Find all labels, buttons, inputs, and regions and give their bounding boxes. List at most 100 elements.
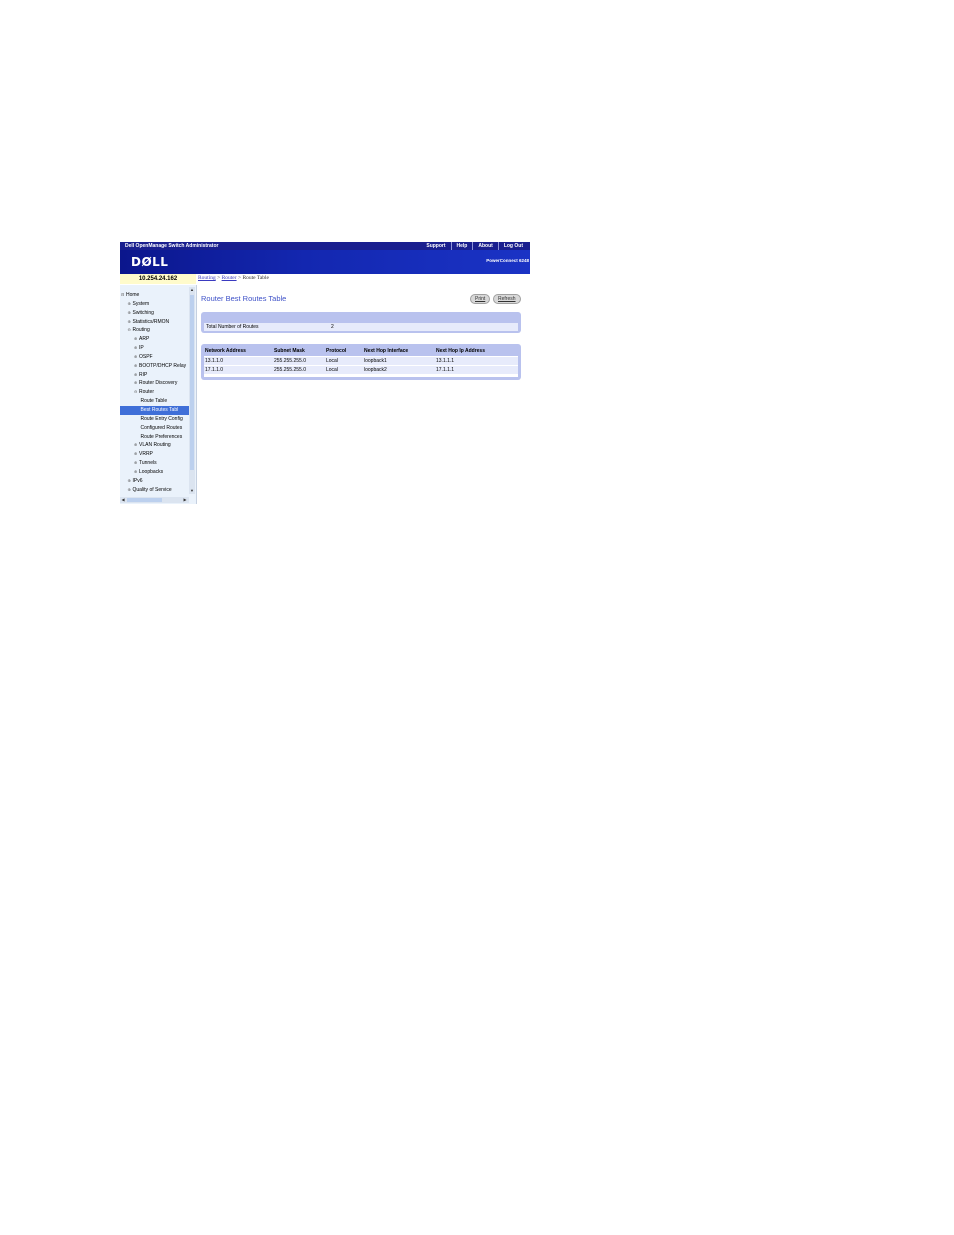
collapse-icon[interactable]: ⊟ [121, 291, 125, 300]
sidebar-item-rip[interactable]: ⊕ RIP [120, 371, 189, 380]
table-cell: Local [326, 358, 338, 364]
app-title: Dell OpenManage Switch Administrator [125, 243, 219, 249]
breadcrumb-router[interactable]: Router [222, 275, 237, 281]
expand-icon[interactable]: ⊕ [134, 450, 138, 459]
print-button[interactable]: Print [470, 294, 491, 304]
breadcrumb-separator: > [237, 275, 242, 281]
expand-icon[interactable]: ⊕ [128, 477, 132, 486]
sidebar-item-label: Loopbacks [139, 468, 164, 475]
expand-icon[interactable]: ⊕ [134, 353, 138, 362]
expand-icon[interactable]: ⊕ [134, 335, 138, 344]
sidebar-item-statistics-rmon[interactable]: ⊕ Statistics/RMON [120, 318, 189, 327]
sidebar-item-bootp-dhcp-relay[interactable]: ⊕ BOOTP/DHCP Relay [120, 362, 189, 371]
top-bar: Dell OpenManage Switch Administrator Sup… [120, 242, 530, 250]
sidebar-item-home[interactable]: ⊟ Home [120, 291, 189, 300]
expand-icon[interactable]: ⊕ [134, 344, 138, 353]
sidebar-item-route-table[interactable]: Route Table [120, 397, 189, 406]
table-cell: Local [326, 367, 338, 373]
breadcrumb-routing[interactable]: Routing [198, 275, 216, 281]
sidebar-item-label: Quality of Service [132, 486, 172, 493]
sidebar-item-label: Router [139, 389, 155, 396]
sidebar-item-configured-routes[interactable]: Configured Routes [120, 424, 189, 433]
scroll-left-icon[interactable]: ◀ [120, 497, 126, 503]
summary-label: Total Number of Routes [206, 324, 259, 330]
sidebar-item-loopbacks[interactable]: ⊕ Loopbacks [120, 468, 189, 477]
sidebar-item-switching[interactable]: ⊕ Switching [120, 309, 189, 318]
sidebar-item-route-entry-config[interactable]: Route Entry Config [120, 415, 189, 424]
column-header: Network Address [205, 348, 246, 354]
sidebar-item-routing[interactable]: ⊖ Routing [120, 326, 189, 335]
sidebar-item-router-discovery[interactable]: ⊕ Router Discovery [120, 379, 189, 388]
refresh-button[interactable]: Refresh [493, 294, 521, 304]
table-header: Network Address Subnet Mask Protocol Nex… [204, 347, 518, 355]
column-header: Next Hop Interface [364, 348, 409, 354]
about-link[interactable]: About [472, 242, 497, 250]
breadcrumb-separator: > [217, 275, 221, 281]
sidebar-item-label: Route Table [140, 398, 168, 405]
summary-value: 2 [331, 324, 334, 330]
expand-icon[interactable]: ⊕ [128, 309, 132, 318]
sidebar: ⊟ Home ⊕ System ⊕ Switching ⊕ Statistics/RMON ⊖ R… [120, 285, 197, 504]
expand-icon[interactable]: ⊕ [128, 300, 132, 309]
scroll-right-icon[interactable]: ▶ [182, 497, 188, 503]
table-cell: 13.1.1.1 [436, 358, 455, 364]
sidebar-item-label: System [132, 300, 150, 307]
screenshot-frame: Dell OpenManage Switch Administrator Sup… [120, 242, 530, 504]
help-link[interactable]: Help [450, 242, 473, 250]
horizontal-scrollbar[interactable]: ◀ ▶ [120, 497, 189, 503]
scroll-up-icon[interactable]: ▲ [189, 287, 195, 293]
sidebar-item-label: IPv6 [132, 477, 143, 484]
scroll-thumb[interactable] [190, 295, 194, 470]
table-row: 17.1.1.0 255.255.255.0 Local loopback2 1… [204, 366, 518, 374]
table-cell: 255.255.255.0 [274, 358, 306, 364]
sidebar-item-route-preferences[interactable]: Route Preferences [120, 433, 189, 442]
scroll-thumb-horizontal[interactable] [127, 498, 162, 502]
sidebar-item-label: Route Entry Config [140, 415, 183, 422]
collapse-icon[interactable]: ⊖ [128, 326, 132, 335]
expand-icon[interactable]: ⊕ [134, 379, 138, 388]
sidebar-item-arp[interactable]: ⊕ ARP [120, 335, 189, 344]
scroll-down-icon[interactable]: ▼ [189, 488, 195, 494]
sidebar-item-ip[interactable]: ⊕ IP [120, 344, 189, 353]
expand-icon[interactable]: ⊕ [134, 441, 138, 450]
logout-link[interactable]: Log Out [497, 242, 528, 250]
sidebar-item-label: OSPF [139, 353, 153, 360]
expand-icon[interactable]: ⊕ [134, 459, 138, 468]
sidebar-item-label: Configured Routes [140, 424, 183, 431]
sidebar-item-label: VLAN Routing [139, 442, 171, 449]
table-cell: 17.1.1.0 [205, 367, 224, 373]
page-title: Router Best Routes Table [201, 294, 287, 303]
sidebar-item-vrrp[interactable]: ⊕ VRRP [120, 450, 189, 459]
expand-icon[interactable]: ⊕ [134, 468, 138, 477]
sidebar-item-label: Home [126, 292, 140, 298]
column-header: Next Hop Ip Address [436, 348, 485, 354]
model-name: PowerConnect 6248 [486, 258, 529, 263]
sidebar-item-quality-of-service[interactable]: ⊕ Quality of Service [120, 486, 189, 495]
sidebar-item-router[interactable]: ⊖ Router [120, 388, 189, 397]
top-links: Support Help About Log Out [421, 242, 528, 250]
expand-icon[interactable]: ⊕ [134, 362, 138, 371]
sidebar-item-label: RIP [139, 371, 148, 378]
sidebar-item-ipv6[interactable]: ⊕ IPv6 [120, 477, 189, 486]
sidebar-item-ospf[interactable]: ⊕ OSPF [120, 353, 189, 362]
nav-tree: ⊟ Home ⊕ System ⊕ Switching ⊕ Statistics/RMON ⊖ R… [120, 291, 189, 494]
expand-icon[interactable]: ⊕ [128, 318, 132, 327]
expand-icon[interactable]: ⊕ [128, 486, 132, 495]
table-cell: 13.1.1.0 [205, 358, 224, 364]
sidebar-item-label: Statistics/RMON [132, 318, 170, 325]
vertical-scrollbar[interactable]: ▲ ▼ [189, 287, 195, 494]
sidebar-item-system[interactable]: ⊕ System [120, 300, 189, 309]
collapse-icon[interactable]: ⊖ [134, 388, 138, 397]
sidebar-item-tunnels[interactable]: ⊕ Tunnels [120, 459, 189, 468]
sidebar-item-label: BOOTP/DHCP Relay [139, 362, 187, 369]
sidebar-item-label: Tunnels [139, 460, 157, 467]
sidebar-item-best-routes-tabl[interactable]: Best Routes Tabl [120, 405, 189, 415]
table-cell: 255.255.255.0 [274, 367, 306, 373]
banner: DØLL PowerConnect 6248 [120, 250, 530, 274]
sidebar-item-label: Switching [132, 309, 154, 316]
summary-row: Total Number of Routes 2 [204, 323, 518, 331]
table-cell: loopback1 [364, 358, 387, 364]
sidebar-item-vlan-routing[interactable]: ⊕ VLAN Routing [120, 441, 189, 450]
support-link[interactable]: Support [421, 242, 450, 250]
expand-icon[interactable]: ⊕ [134, 371, 138, 380]
